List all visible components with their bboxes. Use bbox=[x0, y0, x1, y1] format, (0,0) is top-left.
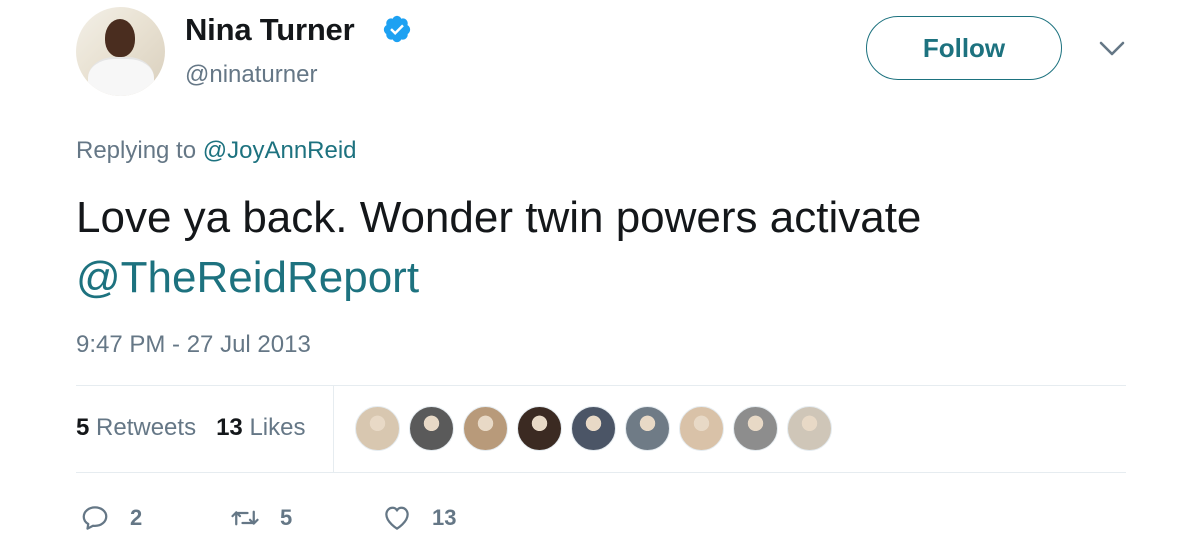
replying-to-label: Replying to bbox=[76, 137, 197, 164]
tweet-text: Love ya back. Wonder twin powers activat… bbox=[76, 188, 1116, 308]
likes-stat[interactable]: 13 Likes bbox=[216, 414, 305, 441]
divider-bottom bbox=[76, 472, 1126, 473]
retweet-icon bbox=[231, 510, 259, 526]
heart-icon bbox=[385, 506, 409, 530]
reply-count: 2 bbox=[130, 505, 143, 530]
divider-top bbox=[76, 385, 1126, 386]
retweets-stat[interactable]: 5 Retweets bbox=[76, 414, 196, 441]
retweets-stat-count: 5 bbox=[76, 414, 90, 441]
follow-button[interactable]: Follow bbox=[866, 16, 1062, 80]
like-action[interactable]: 13 bbox=[382, 503, 532, 533]
dog-avatar[interactable] bbox=[463, 406, 508, 451]
retweet-action[interactable]: 5 bbox=[230, 503, 382, 533]
author-name[interactable]: Nina Turner bbox=[185, 12, 355, 48]
like-count: 13 bbox=[432, 505, 457, 530]
replying-to: Replying to @JoyAnnReid bbox=[76, 137, 357, 165]
stats-divider bbox=[333, 386, 334, 472]
reply-icon bbox=[82, 506, 108, 530]
likes-stat-label: Likes bbox=[249, 414, 306, 441]
couple-avatar[interactable] bbox=[517, 406, 562, 451]
author-avatar[interactable] bbox=[76, 7, 165, 96]
avatar-head bbox=[105, 19, 135, 57]
avatar-body bbox=[88, 57, 154, 96]
replying-to-link[interactable]: @JoyAnnReid bbox=[203, 137, 357, 164]
tweet-timestamp[interactable]: 9:47 PM - 27 Jul 2013 bbox=[76, 331, 311, 359]
woman-bw-avatar[interactable] bbox=[733, 406, 778, 451]
bearded-man-avatar[interactable] bbox=[409, 406, 454, 451]
woman-dark-hair-avatar[interactable] bbox=[787, 406, 832, 451]
likers-list bbox=[355, 406, 841, 451]
woman-hat-avatar[interactable] bbox=[625, 406, 670, 451]
retweets-stat-label: Retweets bbox=[96, 414, 197, 441]
likes-stat-count: 13 bbox=[216, 414, 243, 441]
red-wings-logo-avatar[interactable] bbox=[355, 406, 400, 451]
reply-action[interactable]: 2 bbox=[80, 503, 230, 533]
chevron-down-icon[interactable] bbox=[1099, 40, 1125, 58]
stats-bar: 5 Retweets 13 Likes bbox=[76, 414, 305, 442]
older-man-avatar[interactable] bbox=[571, 406, 616, 451]
tweet-mention-link[interactable]: @TheReidReport bbox=[76, 253, 419, 302]
tweet-body: Love ya back. Wonder twin powers activat… bbox=[76, 193, 922, 242]
retweet-count: 5 bbox=[280, 505, 293, 530]
tweet-actions: 2 5 13 bbox=[80, 498, 532, 538]
blonde-woman-avatar[interactable] bbox=[679, 406, 724, 451]
author-handle[interactable]: @ninaturner bbox=[185, 61, 317, 89]
verified-badge-icon bbox=[383, 15, 411, 43]
